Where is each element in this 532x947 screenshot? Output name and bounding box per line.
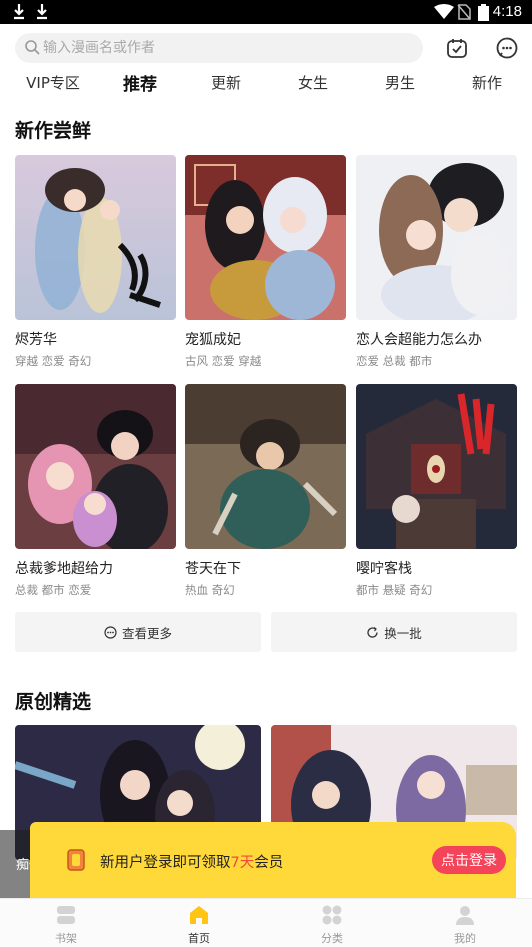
tab-male[interactable]: 男生: [385, 72, 415, 93]
wifi-icon: [434, 4, 454, 19]
login-button[interactable]: 点击登录: [432, 846, 506, 874]
nav-home[interactable]: 首页: [159, 899, 239, 947]
download-icon: [37, 4, 47, 20]
see-more-label: 查看更多: [121, 625, 172, 641]
comic-tags: 穿越 恋爱 奇幻: [15, 354, 92, 368]
comic-title: 苍天在下: [185, 561, 241, 577]
status-bar: 4:18: [0, 0, 532, 24]
nav-label: 首页: [188, 932, 210, 945]
category-icon: [322, 905, 342, 925]
comic-title: 总裁爹地超给力: [15, 561, 113, 577]
comic-card[interactable]: 宠狐成妃 古风 恋爱 穿越: [185, 155, 346, 369]
tab-vip[interactable]: VIP专区: [26, 72, 80, 93]
comic-cover: [356, 384, 517, 549]
checkin-calendar-icon[interactable]: [445, 36, 469, 60]
see-more-button[interactable]: 查看更多: [15, 612, 261, 652]
bookshelf-icon: [57, 906, 75, 924]
close-icon[interactable]: ✕: [28, 842, 45, 866]
download-icon: [14, 4, 24, 20]
category-tabs: VIP专区 推荐 更新 女生 男生 新作: [0, 72, 532, 100]
tab-recommend[interactable]: 推荐: [123, 70, 157, 95]
comic-tags: 古风 恋爱 穿越: [185, 354, 262, 368]
comic-title: 恋人会超能力怎么办: [356, 332, 482, 348]
section-title-original: 原创精选: [15, 691, 92, 713]
comic-cover: [15, 155, 176, 320]
clock: 4:18: [492, 3, 522, 20]
battery-icon: [478, 4, 489, 21]
nav-bookshelf[interactable]: 书架: [26, 899, 106, 947]
comic-card[interactable]: 烬芳华 穿越 恋爱 奇幻: [15, 155, 176, 369]
comic-card[interactable]: 恋人会超能力怎么办 恋爱 总裁 都市: [356, 155, 517, 369]
comic-cover: [356, 155, 517, 320]
search-input[interactable]: [43, 33, 413, 63]
home-icon: [190, 906, 208, 924]
comic-tags: 总裁 都市 恋爱: [15, 583, 92, 597]
bottom-navigation: 书架 首页 分类 我的: [0, 898, 532, 947]
comic-tags: 热血 奇幻: [185, 583, 235, 597]
nav-label: 我的: [454, 932, 476, 945]
comic-card[interactable]: 嘤咛客栈 都市 悬疑 奇幻: [356, 384, 517, 598]
nav-profile[interactable]: 我的: [425, 899, 505, 947]
nav-label: 书架: [55, 932, 77, 945]
profile-icon: [456, 906, 474, 925]
comic-tags: 恋爱 总裁 都市: [356, 354, 433, 368]
tab-new[interactable]: 新作: [472, 72, 502, 93]
search-icon: [25, 40, 40, 55]
tab-updates[interactable]: 更新: [211, 72, 241, 93]
section-title-new: 新作尝鲜: [15, 120, 92, 142]
comic-card[interactable]: 总裁爹地超给力 总裁 都市 恋爱: [15, 384, 176, 598]
comic-title: 嘤咛客栈: [356, 561, 412, 577]
comic-cover: [15, 384, 176, 549]
more-dots-icon: [104, 625, 117, 639]
tab-female[interactable]: 女生: [298, 72, 328, 93]
banner-message: 新用户登录即可领取7天会员: [100, 855, 284, 871]
comic-title: 宠狐成妃: [185, 332, 241, 348]
comic-title: 烬芳华: [15, 332, 57, 348]
refresh-batch-button[interactable]: 换一批: [271, 612, 517, 652]
comic-tags: 都市 悬疑 奇幻: [356, 583, 433, 597]
coupon-icon: [67, 849, 85, 871]
refresh-batch-label: 换一批: [384, 625, 422, 641]
nav-label: 分类: [321, 932, 343, 945]
comic-cover: [185, 155, 346, 320]
comic-cover: [185, 384, 346, 549]
refresh-icon: [367, 626, 378, 638]
login-promo-banner: 痴傻毒 ✕ 新用户登录即可领取7天会员 点击登录: [0, 822, 516, 898]
no-sim-icon: [457, 4, 471, 20]
search-bar[interactable]: [15, 33, 423, 63]
nav-category[interactable]: 分类: [292, 899, 372, 947]
comic-card[interactable]: 苍天在下 热血 奇幻: [185, 384, 346, 598]
message-icon[interactable]: [495, 36, 519, 60]
